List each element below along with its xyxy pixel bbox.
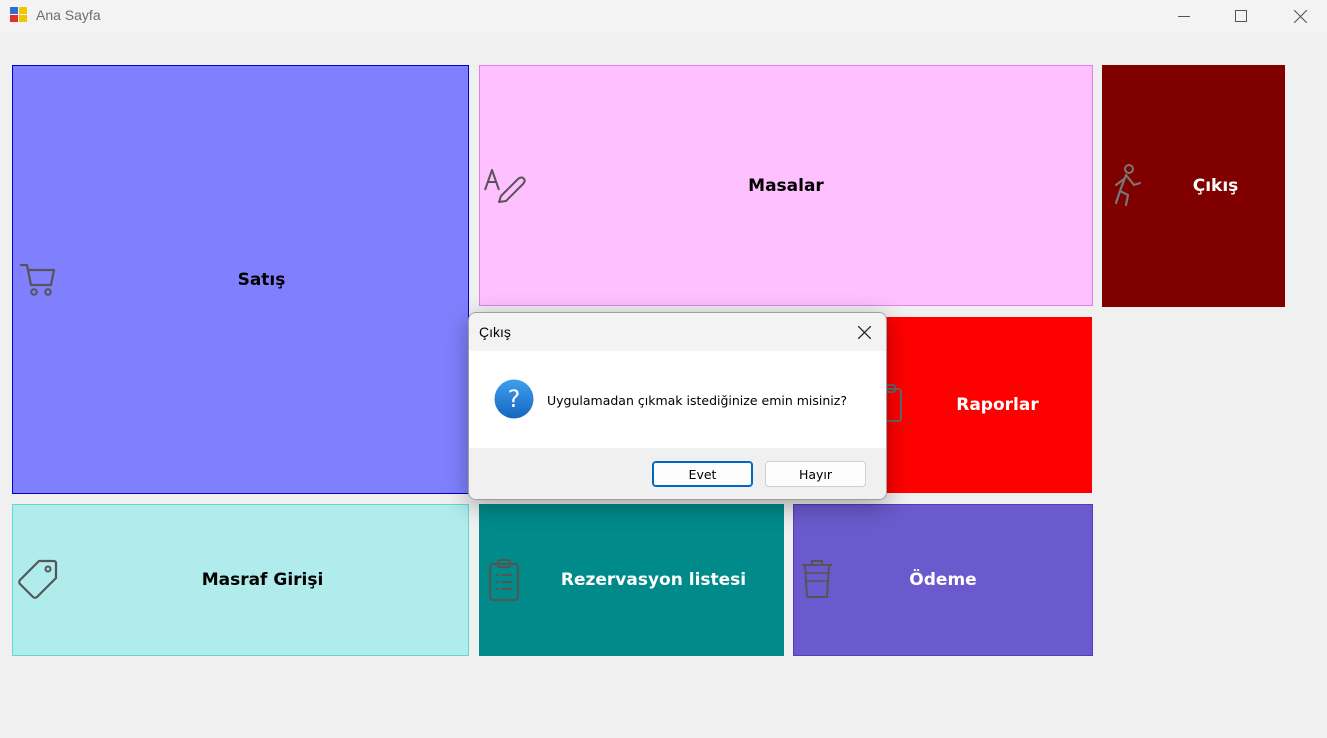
cikis-tile[interactable]: Çıkış — [1102, 65, 1285, 307]
cart-icon — [19, 263, 56, 296]
trash-icon — [802, 560, 832, 598]
running-person-icon — [1114, 164, 1142, 207]
minimize-button[interactable] — [1161, 0, 1207, 32]
satis-tile[interactable]: Satış — [12, 65, 469, 494]
cikis-label: Çıkış — [1192, 176, 1239, 196]
odeme-label: Ödeme — [909, 570, 977, 590]
dialog-body: ? Uygulamadan çıkmak istediğinize emin m… — [469, 351, 886, 448]
clipboard-list-icon — [489, 559, 519, 601]
dialog-message: Uygulamadan çıkmak istediğinize emin mis… — [547, 393, 847, 408]
dialog-footer: Evet Hayır — [469, 448, 886, 499]
dialog-titlebar: Çıkış — [469, 313, 886, 351]
dialog-close-button[interactable] — [842, 313, 886, 351]
rezervasyon-listesi-tile[interactable]: Rezervasyon listesi — [479, 504, 784, 656]
close-icon — [857, 325, 871, 339]
dialog-title: Çıkış — [479, 324, 511, 340]
masalar-label: Masalar — [748, 175, 824, 196]
close-window-button[interactable] — [1277, 0, 1323, 32]
minimize-icon — [1178, 16, 1190, 17]
window-title: Ana Sayfa — [36, 7, 101, 23]
yes-button[interactable]: Evet — [652, 461, 753, 487]
app-icon — [10, 7, 27, 22]
exit-confirm-dialog: Çıkış ? Uygulamadan çıkmak istediğinize … — [468, 312, 887, 500]
masraf-girisi-label: Masraf Girişi — [201, 570, 324, 590]
raporlar-label: Raporlar — [956, 395, 1039, 415]
satis-label: Satış — [237, 269, 286, 290]
masraf-girisi-tile[interactable]: Masraf Girişi — [12, 504, 469, 656]
rezervasyon-listesi-label: Rezervasyon listesi — [560, 570, 747, 590]
question-icon: ? — [494, 379, 534, 419]
maximize-icon — [1235, 10, 1247, 22]
masalar-tile[interactable]: Masalar — [479, 65, 1093, 306]
odeme-tile[interactable]: Ödeme — [793, 504, 1093, 656]
close-icon — [1293, 9, 1307, 23]
no-button[interactable]: Hayır — [765, 461, 866, 487]
window-titlebar: Ana Sayfa — [0, 0, 1327, 32]
svg-text:?: ? — [508, 385, 521, 413]
text-pen-icon — [484, 169, 526, 203]
tag-icon — [18, 559, 58, 599]
maximize-button[interactable] — [1218, 0, 1264, 32]
